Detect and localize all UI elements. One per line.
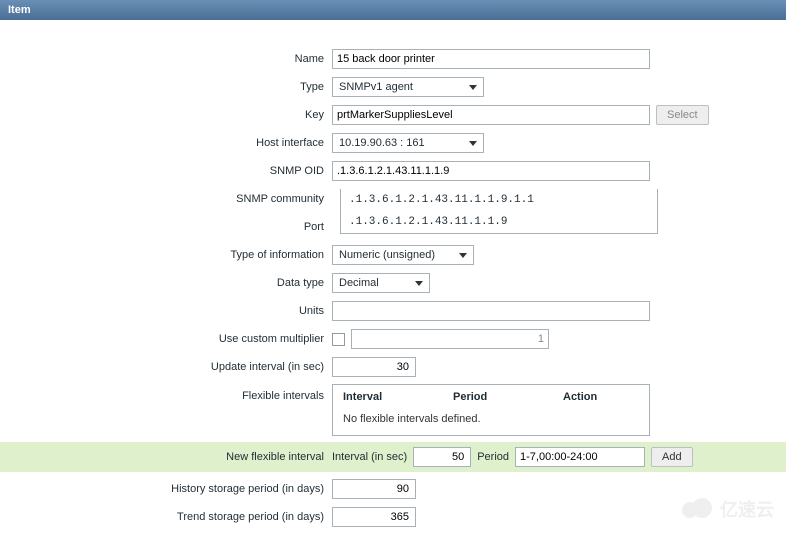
- new-flexible-interval-row: New flexible interval Interval (in sec) …: [0, 442, 786, 472]
- watermark-text: 亿速云: [720, 496, 774, 522]
- flexible-intervals-table: Interval Period Action No flexible inter…: [332, 384, 650, 436]
- type-info-value: Numeric (unsigned): [339, 249, 435, 261]
- col-action: Action: [563, 391, 639, 403]
- multiplier-checkbox[interactable]: [332, 333, 345, 346]
- trend-storage-input[interactable]: [332, 507, 416, 527]
- data-type-value: Decimal: [339, 277, 379, 289]
- snmp-oid-input[interactable]: [332, 161, 650, 181]
- chevron-down-icon: [469, 141, 477, 146]
- label-trend-storage: Trend storage period (in days): [0, 511, 332, 523]
- snmp-oid-autocomplete: .1.3.6.1.2.1.43.11.1.1.9.1.1 .1.3.6.1.2.…: [340, 189, 658, 234]
- chevron-down-icon: [459, 253, 467, 258]
- label-units: Units: [0, 305, 332, 317]
- select-button[interactable]: Select: [656, 105, 709, 125]
- item-form: Name Type SNMPv1 agent Key Select Host i…: [0, 20, 786, 528]
- label-update-interval: Update interval (in sec): [0, 361, 332, 373]
- label-key: Key: [0, 109, 332, 121]
- update-interval-input[interactable]: [332, 357, 416, 377]
- chevron-down-icon: [469, 85, 477, 90]
- label-history-storage: History storage period (in days): [0, 483, 332, 495]
- units-input[interactable]: [332, 301, 650, 321]
- multiplier-input: [351, 329, 549, 349]
- data-type-select[interactable]: Decimal: [332, 273, 430, 293]
- label-data-type: Data type: [0, 277, 332, 289]
- label-port: Port: [0, 221, 332, 233]
- host-interface-value: 10.19.90.63 : 161: [339, 137, 425, 149]
- add-button[interactable]: Add: [651, 447, 693, 467]
- label-snmp-community: SNMP community: [0, 193, 332, 205]
- autocomplete-option[interactable]: .1.3.6.1.2.1.43.11.1.1.9.1.1: [341, 189, 657, 211]
- name-input[interactable]: [332, 49, 650, 69]
- label-type-info: Type of information: [0, 249, 332, 261]
- label-flexible-intervals: Flexible intervals: [0, 384, 332, 402]
- label-use-multiplier: Use custom multiplier: [0, 333, 332, 345]
- autocomplete-option[interactable]: .1.3.6.1.2.1.43.11.1.1.9: [341, 211, 657, 233]
- inline-period-label: Period: [477, 451, 509, 463]
- watermark: 亿速云: [682, 496, 774, 522]
- key-input[interactable]: [332, 105, 650, 125]
- label-snmp-oid: SNMP OID: [0, 165, 332, 177]
- col-interval: Interval: [343, 391, 453, 403]
- col-period: Period: [453, 391, 563, 403]
- new-period-input[interactable]: [515, 447, 645, 467]
- chevron-down-icon: [415, 281, 423, 286]
- panel-title: Item: [0, 0, 786, 20]
- cloud-icon: [682, 498, 716, 520]
- type-select-value: SNMPv1 agent: [339, 81, 413, 93]
- label-host-interface: Host interface: [0, 137, 332, 149]
- type-select[interactable]: SNMPv1 agent: [332, 77, 484, 97]
- host-interface-select[interactable]: 10.19.90.63 : 161: [332, 133, 484, 153]
- label-new-flexible: New flexible interval: [0, 451, 332, 463]
- type-info-select[interactable]: Numeric (unsigned): [332, 245, 474, 265]
- label-type: Type: [0, 81, 332, 93]
- new-interval-sec-input[interactable]: [413, 447, 471, 467]
- history-storage-input[interactable]: [332, 479, 416, 499]
- label-name: Name: [0, 53, 332, 65]
- flexible-intervals-empty: No flexible intervals defined.: [343, 413, 639, 425]
- inline-interval-label: Interval (in sec): [332, 451, 407, 463]
